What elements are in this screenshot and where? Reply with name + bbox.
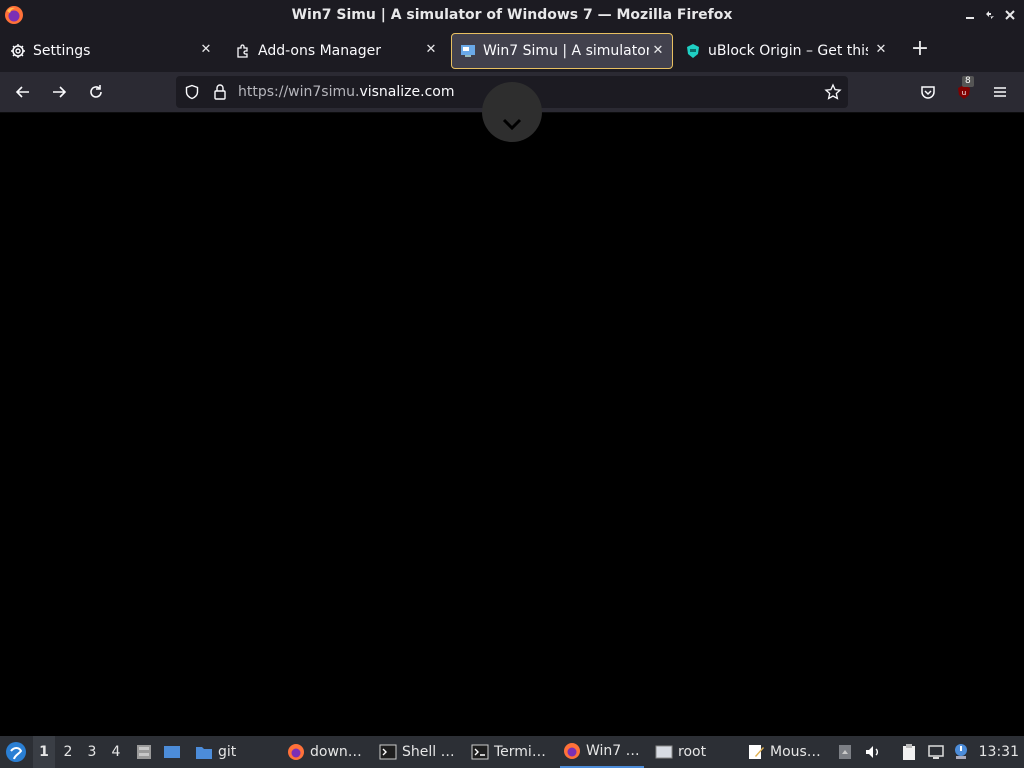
gear-icon	[10, 43, 26, 59]
file-manager-launcher[interactable]	[135, 736, 158, 768]
system-taskbar: 1 2 3 4 git down… Shell … Termi… Win7 … …	[0, 736, 1024, 768]
volume-tray-icon[interactable]	[864, 736, 887, 768]
win7-simu-favicon	[460, 43, 476, 59]
network-tray-icon[interactable]	[927, 736, 950, 768]
taskbar-item-win7-firefox[interactable]: Win7 …	[560, 736, 644, 768]
tab-label: Settings	[33, 43, 91, 59]
taskbar-item-shell[interactable]: Shell …	[379, 736, 455, 768]
file-cabinet-icon	[137, 745, 151, 759]
notification-tray-icon[interactable]	[952, 736, 975, 768]
pocket-icon	[921, 86, 935, 99]
new-tab-button[interactable]: +	[908, 38, 932, 62]
url-prefix: https://win7simu.	[238, 84, 360, 100]
clipboard-tray-icon[interactable]	[900, 736, 923, 768]
ublock-badge-count: 8	[962, 76, 974, 87]
hamburger-menu-icon	[994, 87, 1006, 97]
ublock-extension-button[interactable]: u 8	[952, 76, 976, 104]
window-icon	[655, 745, 673, 759]
arrow-left-icon	[15, 86, 29, 98]
url-domain: visnalize.com	[359, 84, 455, 100]
tab-ublock-origin[interactable]: uBlock Origin – Get this E ✕	[677, 33, 895, 69]
close-tab-icon[interactable]: ✕	[423, 42, 439, 58]
puzzle-icon	[235, 43, 251, 59]
minimize-icon[interactable]	[961, 6, 979, 24]
page-content	[0, 82, 1024, 736]
taskbar-item-label: Shell …	[402, 744, 455, 760]
taskbar-item-git[interactable]: git	[195, 736, 236, 768]
taskbar-item-downloads[interactable]: down…	[287, 736, 362, 768]
taskbar-item-label: Termi…	[494, 744, 546, 760]
tab-win7-simu[interactable]: Win7 Simu | A simulator ✕	[451, 33, 673, 69]
reload-icon	[90, 85, 102, 98]
expand-handle-button[interactable]	[482, 82, 542, 142]
taskbar-item-label: git	[218, 744, 237, 760]
app-menu-button[interactable]	[988, 80, 1012, 104]
terminal-icon	[379, 744, 397, 760]
distro-logo-icon	[6, 742, 26, 762]
tray-scroll-indicator[interactable]	[836, 736, 859, 768]
firefox-icon	[288, 744, 304, 760]
speaker-icon	[866, 746, 878, 758]
show-desktop-launcher[interactable]	[163, 736, 186, 768]
tab-bar: Settings ✕ Add-ons Manager ✕ Win7 Simu |…	[0, 30, 1024, 72]
url-text[interactable]: https://win7simu.visnalize.com	[238, 84, 454, 100]
text-editor-icon	[749, 745, 764, 759]
svg-text:u: u	[962, 89, 966, 97]
window-titlebar: Win7 Simu | A simulator of Windows 7 — M…	[0, 0, 1024, 30]
chevron-down-icon	[502, 118, 522, 131]
reload-button[interactable]	[84, 80, 108, 104]
taskbar-item-label: down…	[310, 744, 362, 760]
workspace-4[interactable]: 4	[105, 736, 127, 768]
taskbar-clock[interactable]: 13:31	[979, 744, 1019, 760]
folder-icon	[196, 747, 212, 759]
clipboard-icon	[903, 744, 915, 760]
close-tab-icon[interactable]: ✕	[873, 42, 889, 58]
tab-settings[interactable]: Settings ✕	[2, 33, 220, 69]
taskbar-item-label: root	[678, 744, 707, 760]
taskbar-item-label: Win7 …	[586, 743, 640, 759]
arrow-right-icon	[53, 86, 67, 98]
tab-label: Win7 Simu | A simulator	[483, 43, 649, 59]
start-menu-button[interactable]	[3, 736, 29, 768]
window-title: Win7 Simu | A simulator of Windows 7 — M…	[291, 7, 733, 23]
restore-icon[interactable]	[981, 6, 999, 24]
terminal-icon	[471, 744, 489, 760]
tray-arrow-icon	[839, 745, 851, 759]
close-tab-icon[interactable]: ✕	[198, 42, 214, 58]
taskbar-item-root[interactable]: root	[655, 736, 706, 768]
workspace-3[interactable]: 3	[81, 736, 103, 768]
info-icon	[955, 744, 967, 759]
tab-label: uBlock Origin – Get this E	[708, 43, 868, 59]
workspace-2[interactable]: 2	[57, 736, 79, 768]
close-tab-icon[interactable]: ✕	[650, 43, 666, 59]
taskbar-item-mousepad[interactable]: Mous…	[747, 736, 821, 768]
taskbar-item-label: Mous…	[770, 744, 821, 760]
workspace-1[interactable]: 1	[33, 736, 55, 768]
firefox-icon	[564, 743, 580, 759]
tab-addons-manager[interactable]: Add-ons Manager ✕	[227, 33, 445, 69]
tab-label: Add-ons Manager	[258, 43, 381, 59]
pocket-button[interactable]	[916, 80, 940, 104]
ublock-favicon	[685, 43, 701, 59]
bookmark-star-icon[interactable]	[824, 83, 842, 101]
lock-icon[interactable]	[212, 83, 228, 101]
desktop-icon	[164, 746, 180, 758]
network-icon	[928, 745, 944, 759]
back-button[interactable]	[11, 80, 35, 104]
taskbar-item-terminal[interactable]: Termi…	[471, 736, 546, 768]
forward-button[interactable]	[47, 80, 71, 104]
close-window-icon[interactable]	[1001, 6, 1019, 24]
tracking-protection-shield-icon[interactable]	[184, 84, 200, 100]
